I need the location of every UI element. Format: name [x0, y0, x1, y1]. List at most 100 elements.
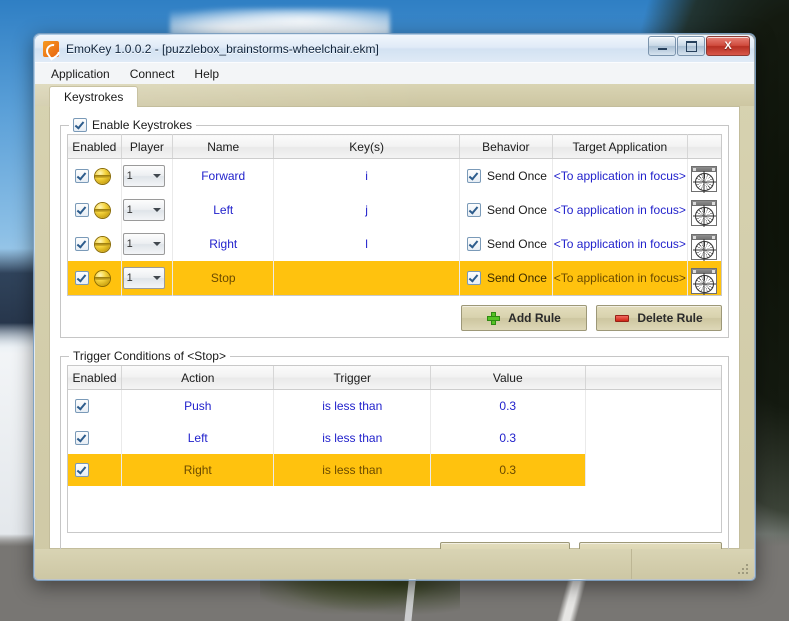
menu-item-help[interactable]: Help	[184, 64, 229, 84]
player-select[interactable]: 1	[122, 233, 165, 255]
resize-grip[interactable]	[738, 564, 750, 576]
rule-name-cell[interactable]: Left	[172, 193, 275, 227]
emokey-window: EmoKey 1.0.0.2 - [puzzlebox_brainstorms-…	[33, 33, 756, 581]
condition-enabled-checkbox[interactable]	[75, 399, 89, 413]
enable-keystrokes-checkbox[interactable]	[73, 118, 87, 132]
condition-trigger-cell[interactable]: is less than	[273, 422, 432, 454]
rules-col-target-application[interactable]: Target Application	[552, 134, 688, 159]
condition-value-cell[interactable]: 0.3	[430, 454, 586, 486]
table-row[interactable]: 1 Forward i Send Once <To application in…	[67, 158, 722, 193]
condition-trigger-cell[interactable]: is less than	[273, 389, 432, 422]
rule-keys-cell[interactable]: j	[273, 193, 460, 227]
player-select-value: 1	[126, 238, 133, 250]
rule-behavior-cell: Send Once	[459, 227, 553, 261]
condition-enabled-checkbox[interactable]	[75, 431, 89, 445]
rule-enabled-cell	[67, 193, 122, 227]
conditions-col-value[interactable]: Value	[430, 366, 586, 390]
behavior-checkbox[interactable]	[466, 237, 481, 251]
crosshair-icon	[694, 241, 714, 259]
conditions-col-spacer	[585, 366, 721, 390]
condition-value-cell[interactable]: 0.3	[430, 389, 586, 422]
table-row[interactable]: Left is less than 0.3	[68, 422, 721, 454]
conditions-table-header-row: Enabled Action Trigger Value	[68, 366, 721, 390]
minimize-button[interactable]	[648, 36, 676, 56]
rule-name-cell[interactable]: Forward	[172, 158, 275, 193]
player-sphere-icon	[95, 202, 110, 218]
condition-action-cell[interactable]: Right	[121, 454, 275, 486]
condition-action-cell[interactable]: Push	[121, 389, 275, 422]
rule-keys-cell[interactable]: l	[273, 227, 460, 261]
enable-keystrokes-label: Enable Keystrokes	[92, 118, 193, 132]
crosshair-icon	[694, 173, 714, 191]
add-rule-button[interactable]: Add Rule	[461, 305, 587, 331]
rules-col-enabled[interactable]: Enabled	[67, 134, 122, 159]
behavior-wrap: Send Once	[461, 169, 551, 183]
rules-col-behavior[interactable]: Behavior	[459, 134, 553, 159]
enable-keystrokes-group: Enable Keystrokes Enabled Player Name Ke…	[60, 118, 729, 338]
conditions-table: Enabled Action Trigger Value Push is les…	[68, 366, 721, 486]
table-row[interactable]: Push is less than 0.3	[68, 389, 721, 423]
rules-col-name[interactable]: Name	[172, 134, 275, 159]
rule-target-cell[interactable]: <To application in focus>	[552, 193, 688, 227]
rule-enabled-checkbox[interactable]	[75, 271, 89, 285]
tab-strip: Keystrokes	[35, 84, 754, 107]
player-select-value: 1	[126, 170, 133, 182]
condition-enabled-wrap	[69, 463, 120, 477]
rules-col-player[interactable]: Player	[121, 134, 174, 159]
behavior-checkbox[interactable]	[466, 203, 481, 217]
rule-name-cell[interactable]: Right	[172, 227, 275, 261]
conditions-col-trigger[interactable]: Trigger	[273, 366, 432, 390]
rule-enabled-checkbox[interactable]	[75, 203, 89, 217]
condition-enabled-checkbox[interactable]	[75, 463, 89, 477]
player-select[interactable]: 1	[122, 165, 165, 187]
table-row[interactable]: 1 Stop Send Once <To application in focu…	[67, 261, 722, 296]
rule-enabled-checkbox[interactable]	[75, 169, 89, 183]
condition-action-cell[interactable]: Left	[121, 422, 275, 454]
conditions-col-enabled[interactable]: Enabled	[68, 366, 123, 390]
rule-behavior-cell: Send Once	[459, 193, 553, 227]
player-select[interactable]: 1	[122, 267, 165, 289]
menu-bar: Application Connect Help	[35, 63, 754, 86]
behavior-checkbox[interactable]	[466, 169, 481, 183]
rules-col-keys[interactable]: Key(s)	[273, 134, 460, 159]
rule-keys-cell[interactable]	[273, 261, 460, 296]
status-bar-segment	[631, 549, 754, 579]
condition-spacer-cell	[585, 390, 721, 423]
chevron-down-icon	[152, 174, 161, 178]
player-select[interactable]: 1	[122, 199, 165, 221]
close-button[interactable]: X	[706, 36, 750, 56]
rule-keys-cell[interactable]: i	[273, 158, 460, 193]
rule-enabled-checkbox[interactable]	[75, 237, 89, 251]
conditions-col-action[interactable]: Action	[121, 366, 275, 390]
maximize-button[interactable]	[677, 36, 705, 56]
table-row[interactable]: Right is less than 0.3	[68, 454, 721, 486]
rule-name-cell[interactable]: Stop	[172, 261, 275, 296]
tab-keystrokes[interactable]: Keystrokes	[49, 86, 139, 107]
target-picker-button[interactable]	[691, 200, 718, 226]
rule-target-cell[interactable]: <To application in focus>	[552, 261, 688, 296]
rule-behavior-cell: Send Once	[459, 261, 553, 296]
menu-item-connect[interactable]: Connect	[120, 64, 185, 84]
menu-item-application[interactable]: Application	[41, 64, 120, 84]
rule-target-cell[interactable]: <To application in focus>	[552, 158, 688, 193]
add-rule-label: Add Rule	[508, 311, 561, 325]
plus-icon	[487, 311, 501, 325]
target-picker-button[interactable]	[691, 234, 718, 260]
rule-player-cell: 1	[121, 227, 174, 261]
condition-value-cell[interactable]: 0.3	[430, 422, 586, 454]
behavior-wrap: Send Once	[461, 203, 551, 217]
table-row[interactable]: 1 Right l Send Once <To application in f…	[67, 227, 722, 261]
target-picker-button[interactable]	[691, 268, 718, 294]
window-controls: X	[648, 36, 750, 56]
condition-enabled-cell	[68, 389, 123, 422]
behavior-wrap: Send Once	[461, 237, 551, 251]
condition-trigger-cell[interactable]: is less than	[273, 454, 432, 486]
behavior-checkbox[interactable]	[466, 271, 481, 285]
target-picker-button[interactable]	[691, 166, 718, 192]
rule-player-cell: 1	[121, 193, 174, 227]
table-row[interactable]: 1 Left j Send Once <To application in fo…	[67, 193, 722, 227]
delete-rule-button[interactable]: Delete Rule	[596, 305, 722, 331]
rule-buttons-row: Add Rule Delete Rule	[67, 305, 722, 331]
rule-target-cell[interactable]: <To application in focus>	[552, 227, 688, 261]
rules-col-spacer	[687, 134, 722, 159]
